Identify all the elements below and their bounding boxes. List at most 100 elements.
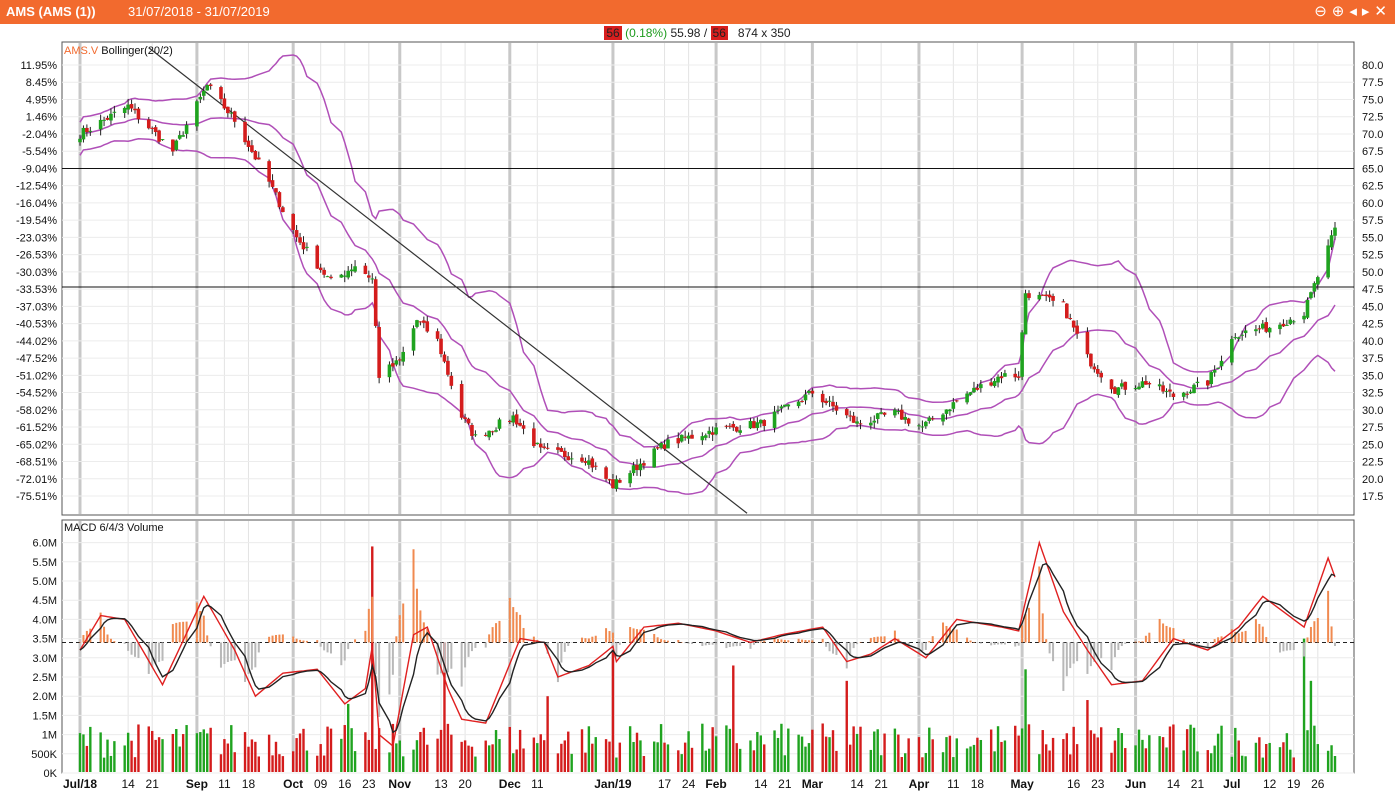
volume-bar <box>395 743 398 772</box>
candle-body <box>205 84 210 91</box>
volume-bar <box>1258 737 1261 772</box>
volume-bar <box>102 757 106 772</box>
candle-body <box>996 376 1000 383</box>
x-axis-label: 24 <box>682 777 696 791</box>
candle-body <box>635 464 639 471</box>
candle-body <box>968 392 973 395</box>
candle-body <box>518 422 522 426</box>
macd-histogram-bar <box>512 607 515 643</box>
candle-body <box>342 275 347 277</box>
volume-bar <box>436 738 439 772</box>
volume-bar <box>467 745 470 772</box>
volume-bar <box>223 739 226 772</box>
macd-axis-tick: 3.0M <box>33 653 57 665</box>
candle-body <box>136 108 141 120</box>
macd-histogram-bar <box>491 627 494 643</box>
macd-histogram-bar <box>498 620 501 643</box>
volume-bar <box>556 753 560 772</box>
candle-body <box>642 463 646 466</box>
volume-bar <box>1268 742 1271 772</box>
right-axis-tick: 42.5 <box>1362 319 1383 331</box>
volume-bar <box>278 754 281 772</box>
volume-bar <box>1292 757 1295 772</box>
x-axis-label: Jun <box>1125 777 1146 791</box>
candle-body <box>267 161 271 182</box>
volume-bar <box>322 755 326 772</box>
macd-histogram-bar <box>1165 625 1168 643</box>
candle-body <box>593 465 598 467</box>
macd-axis-tick: 1.5M <box>33 710 57 722</box>
macd-axis-tick: 5.5M <box>33 557 57 569</box>
candle-body <box>951 402 956 409</box>
macd-histogram-bar <box>109 638 112 643</box>
volume-bar <box>848 744 852 772</box>
volume-bar <box>1185 729 1189 772</box>
macd-volume-panel: 6.0M 5.5M 5.0M 4.5M 4.0M 3.5M 3.0M 2.5M 2.0M 1.5M… <box>31 519 1355 780</box>
volume-bar <box>267 734 271 772</box>
candle-body <box>1075 325 1079 334</box>
legend-symbol: AMS.V <box>64 45 101 57</box>
candle-body <box>232 111 237 122</box>
chart-area[interactable]: 80.0 11.95% 77.5 8.45% 75.0 4.95% 72.5 1.46% 70.… <box>0 0 1395 796</box>
volume-bar <box>536 743 539 772</box>
candle-body <box>604 467 608 479</box>
volume-bar <box>728 728 732 772</box>
candle-body <box>1099 372 1103 378</box>
right-axis-tick: 40.0 <box>1362 336 1383 348</box>
candle-body <box>346 270 350 278</box>
macd-histogram-bar <box>756 642 759 643</box>
right-axis-tick: 55.0 <box>1362 232 1383 244</box>
candle-body <box>607 479 612 481</box>
volume-bar <box>996 726 1000 772</box>
volume-bar <box>1003 740 1007 772</box>
macd-histogram-bar <box>206 635 209 643</box>
volume-bar <box>928 727 931 772</box>
candle-body <box>542 446 546 448</box>
left-axis-tick: 8.45% <box>26 77 57 89</box>
right-axis-tick: 22.5 <box>1362 457 1383 469</box>
volume-bar <box>109 755 113 772</box>
candle-body <box>569 458 574 460</box>
macd-histogram-bar <box>209 642 212 647</box>
left-axis-tick: -47.52% <box>16 353 57 365</box>
x-axis-label: 11 <box>947 777 960 791</box>
macd-histogram-bar <box>807 640 810 643</box>
candle-body <box>1144 381 1148 385</box>
candle-body <box>954 400 959 402</box>
candle-body <box>1085 331 1090 355</box>
macd-histogram-bar <box>103 626 106 643</box>
candle-body <box>965 393 969 403</box>
volume-bar <box>474 756 477 772</box>
volume-bar <box>508 726 511 772</box>
macd-histogram-bar <box>1117 642 1120 650</box>
volume-bar <box>1189 724 1192 772</box>
candle-body <box>222 98 227 109</box>
candle-body <box>662 444 667 449</box>
candle-body <box>329 276 333 279</box>
x-axis-label: 16 <box>338 777 352 791</box>
macd-histogram-bar <box>106 634 109 643</box>
macd-histogram-bar <box>917 642 920 654</box>
candle-body <box>1071 320 1076 328</box>
candle-body <box>439 338 443 355</box>
volume-bar <box>147 726 150 772</box>
macd-axis-tick: 4.5M <box>33 595 57 607</box>
macd-histogram-bar <box>680 641 683 643</box>
candle-body <box>470 424 474 436</box>
volume-bar <box>931 739 934 772</box>
macd-histogram-bar <box>1148 632 1151 643</box>
volume-bar <box>254 741 257 772</box>
volume-bar <box>1165 747 1168 772</box>
candle-body <box>1113 387 1117 394</box>
macd-histogram-bar <box>611 632 614 643</box>
volume-bar <box>302 728 305 772</box>
volume-bar <box>426 744 429 772</box>
x-axis-label: 23 <box>362 777 376 791</box>
volume-bar <box>1072 726 1075 772</box>
candle-body <box>201 90 206 96</box>
volume-bar <box>852 726 855 772</box>
candle-body <box>690 434 694 439</box>
x-axis-label: 21 <box>1191 777 1205 791</box>
candle-body <box>1161 385 1165 392</box>
volume-bar <box>364 732 367 772</box>
